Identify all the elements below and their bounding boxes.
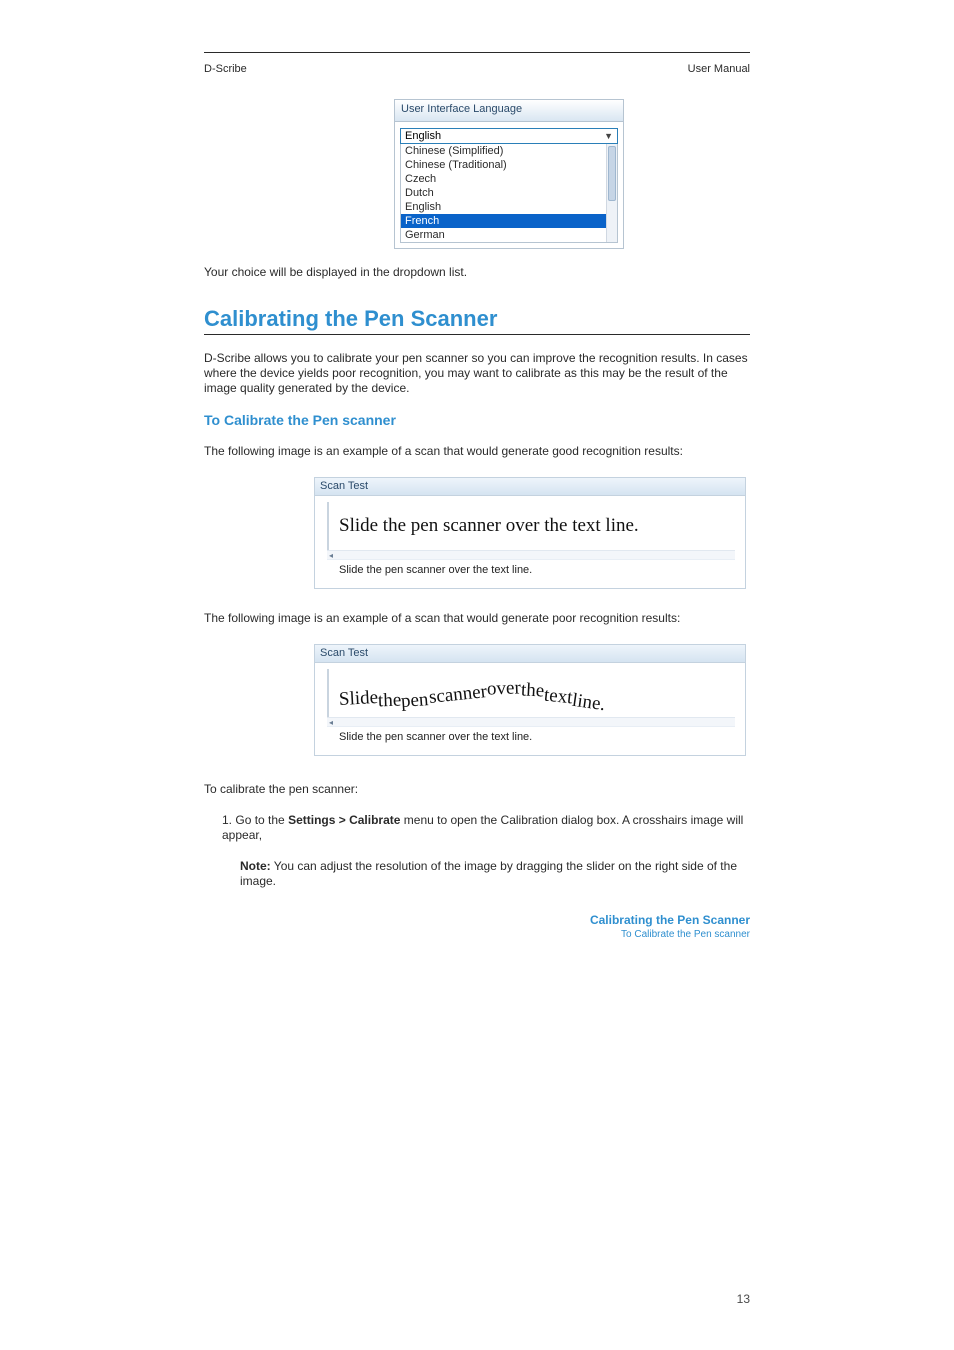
- scan-preview-poor: Slide the pen scanner over the text line…: [327, 669, 735, 717]
- page-number: 13: [737, 1292, 750, 1306]
- ui-language-selected: English: [405, 130, 441, 142]
- closing-bold: Calibrating the Pen Scanner: [590, 913, 750, 927]
- scroll-left-icon: ◂: [329, 551, 333, 560]
- paragraph: The following image is an example of a s…: [204, 444, 750, 459]
- ui-language-option[interactable]: Czech: [401, 172, 617, 186]
- curved-word: over: [486, 677, 521, 700]
- section-rule: [204, 334, 750, 335]
- ui-language-panel: User Interface Language English ▼ Chines…: [394, 99, 624, 249]
- closing-block: Calibrating the Pen Scanner To Calibrate…: [204, 911, 750, 940]
- scroll-left-icon: ◂: [329, 718, 333, 727]
- paragraph: To calibrate the pen scanner:: [204, 782, 750, 797]
- curved-word: the: [520, 679, 544, 702]
- paragraph: Your choice will be displayed in the dro…: [204, 265, 750, 280]
- scan-preview-good: Slide the pen scanner over the text line…: [327, 502, 735, 550]
- scan-test-panel-poor: Scan Test Slide the pen scanner over the…: [314, 644, 746, 756]
- paragraph: D-Scribe allows you to calibrate your pe…: [204, 351, 750, 396]
- ui-language-option[interactable]: English: [401, 200, 617, 214]
- scan-preview-text: Slide the pen scanner over the text line…: [339, 515, 639, 537]
- header-rule: [204, 52, 750, 53]
- scan-test-title: Scan Test: [315, 645, 745, 663]
- ui-language-title: User Interface Language: [395, 100, 623, 122]
- note: Note: You can adjust the resolution of t…: [240, 859, 750, 889]
- scan-preview-scrollbar[interactable]: ◂: [327, 717, 735, 726]
- sub-heading: To Calibrate the Pen scanner: [204, 412, 750, 428]
- header-right: User Manual: [688, 63, 750, 75]
- scan-result-text: Slide the pen scanner over the text line…: [327, 559, 735, 582]
- curved-word: pen: [401, 689, 430, 713]
- curved-word: scanner: [428, 681, 488, 709]
- ui-language-option[interactable]: Dutch: [401, 186, 617, 200]
- ui-language-listbox[interactable]: Chinese (Simplified) Chinese (Traditiona…: [400, 144, 618, 243]
- scan-result-text: Slide the pen scanner over the text line…: [327, 726, 735, 749]
- ui-language-dropdown[interactable]: English ▼: [400, 128, 618, 144]
- note-label: Note:: [240, 859, 271, 873]
- ui-language-option-highlighted[interactable]: French: [401, 214, 617, 228]
- chevron-down-icon: ▼: [604, 131, 613, 141]
- note-body: You can adjust the resolution of the ima…: [240, 859, 737, 888]
- step-number: 1.: [222, 813, 232, 827]
- curved-word: Slide: [338, 687, 378, 711]
- step-text: Go to the: [235, 813, 284, 827]
- closing-small: To Calibrate the Pen scanner: [204, 929, 750, 940]
- curved-word: the: [378, 690, 402, 713]
- listbox-scrollbar-thumb[interactable]: [608, 146, 616, 201]
- scan-test-title: Scan Test: [315, 478, 745, 496]
- list-item: 1. Go to the Settings > Calibrate menu t…: [222, 813, 750, 843]
- section-title: Calibrating the Pen Scanner: [204, 306, 750, 332]
- curved-word: line.: [571, 690, 607, 716]
- scan-test-panel-good: Scan Test Slide the pen scanner over the…: [314, 477, 746, 589]
- curved-word: text: [543, 685, 574, 710]
- scan-preview-text-curved: Slide the pen scanner over the text line…: [339, 682, 605, 704]
- step-bold: Settings > Calibrate: [288, 813, 400, 827]
- ui-language-option[interactable]: Chinese (Traditional): [401, 158, 617, 172]
- scan-preview-scrollbar[interactable]: ◂: [327, 550, 735, 559]
- paragraph: The following image is an example of a s…: [204, 611, 750, 626]
- page-header: D-Scribe User Manual: [204, 63, 750, 75]
- ui-language-option[interactable]: Chinese (Simplified): [401, 144, 617, 158]
- listbox-scrollbar-track[interactable]: [606, 144, 617, 242]
- header-left: D-Scribe: [204, 63, 247, 75]
- ui-language-option[interactable]: German: [401, 228, 617, 242]
